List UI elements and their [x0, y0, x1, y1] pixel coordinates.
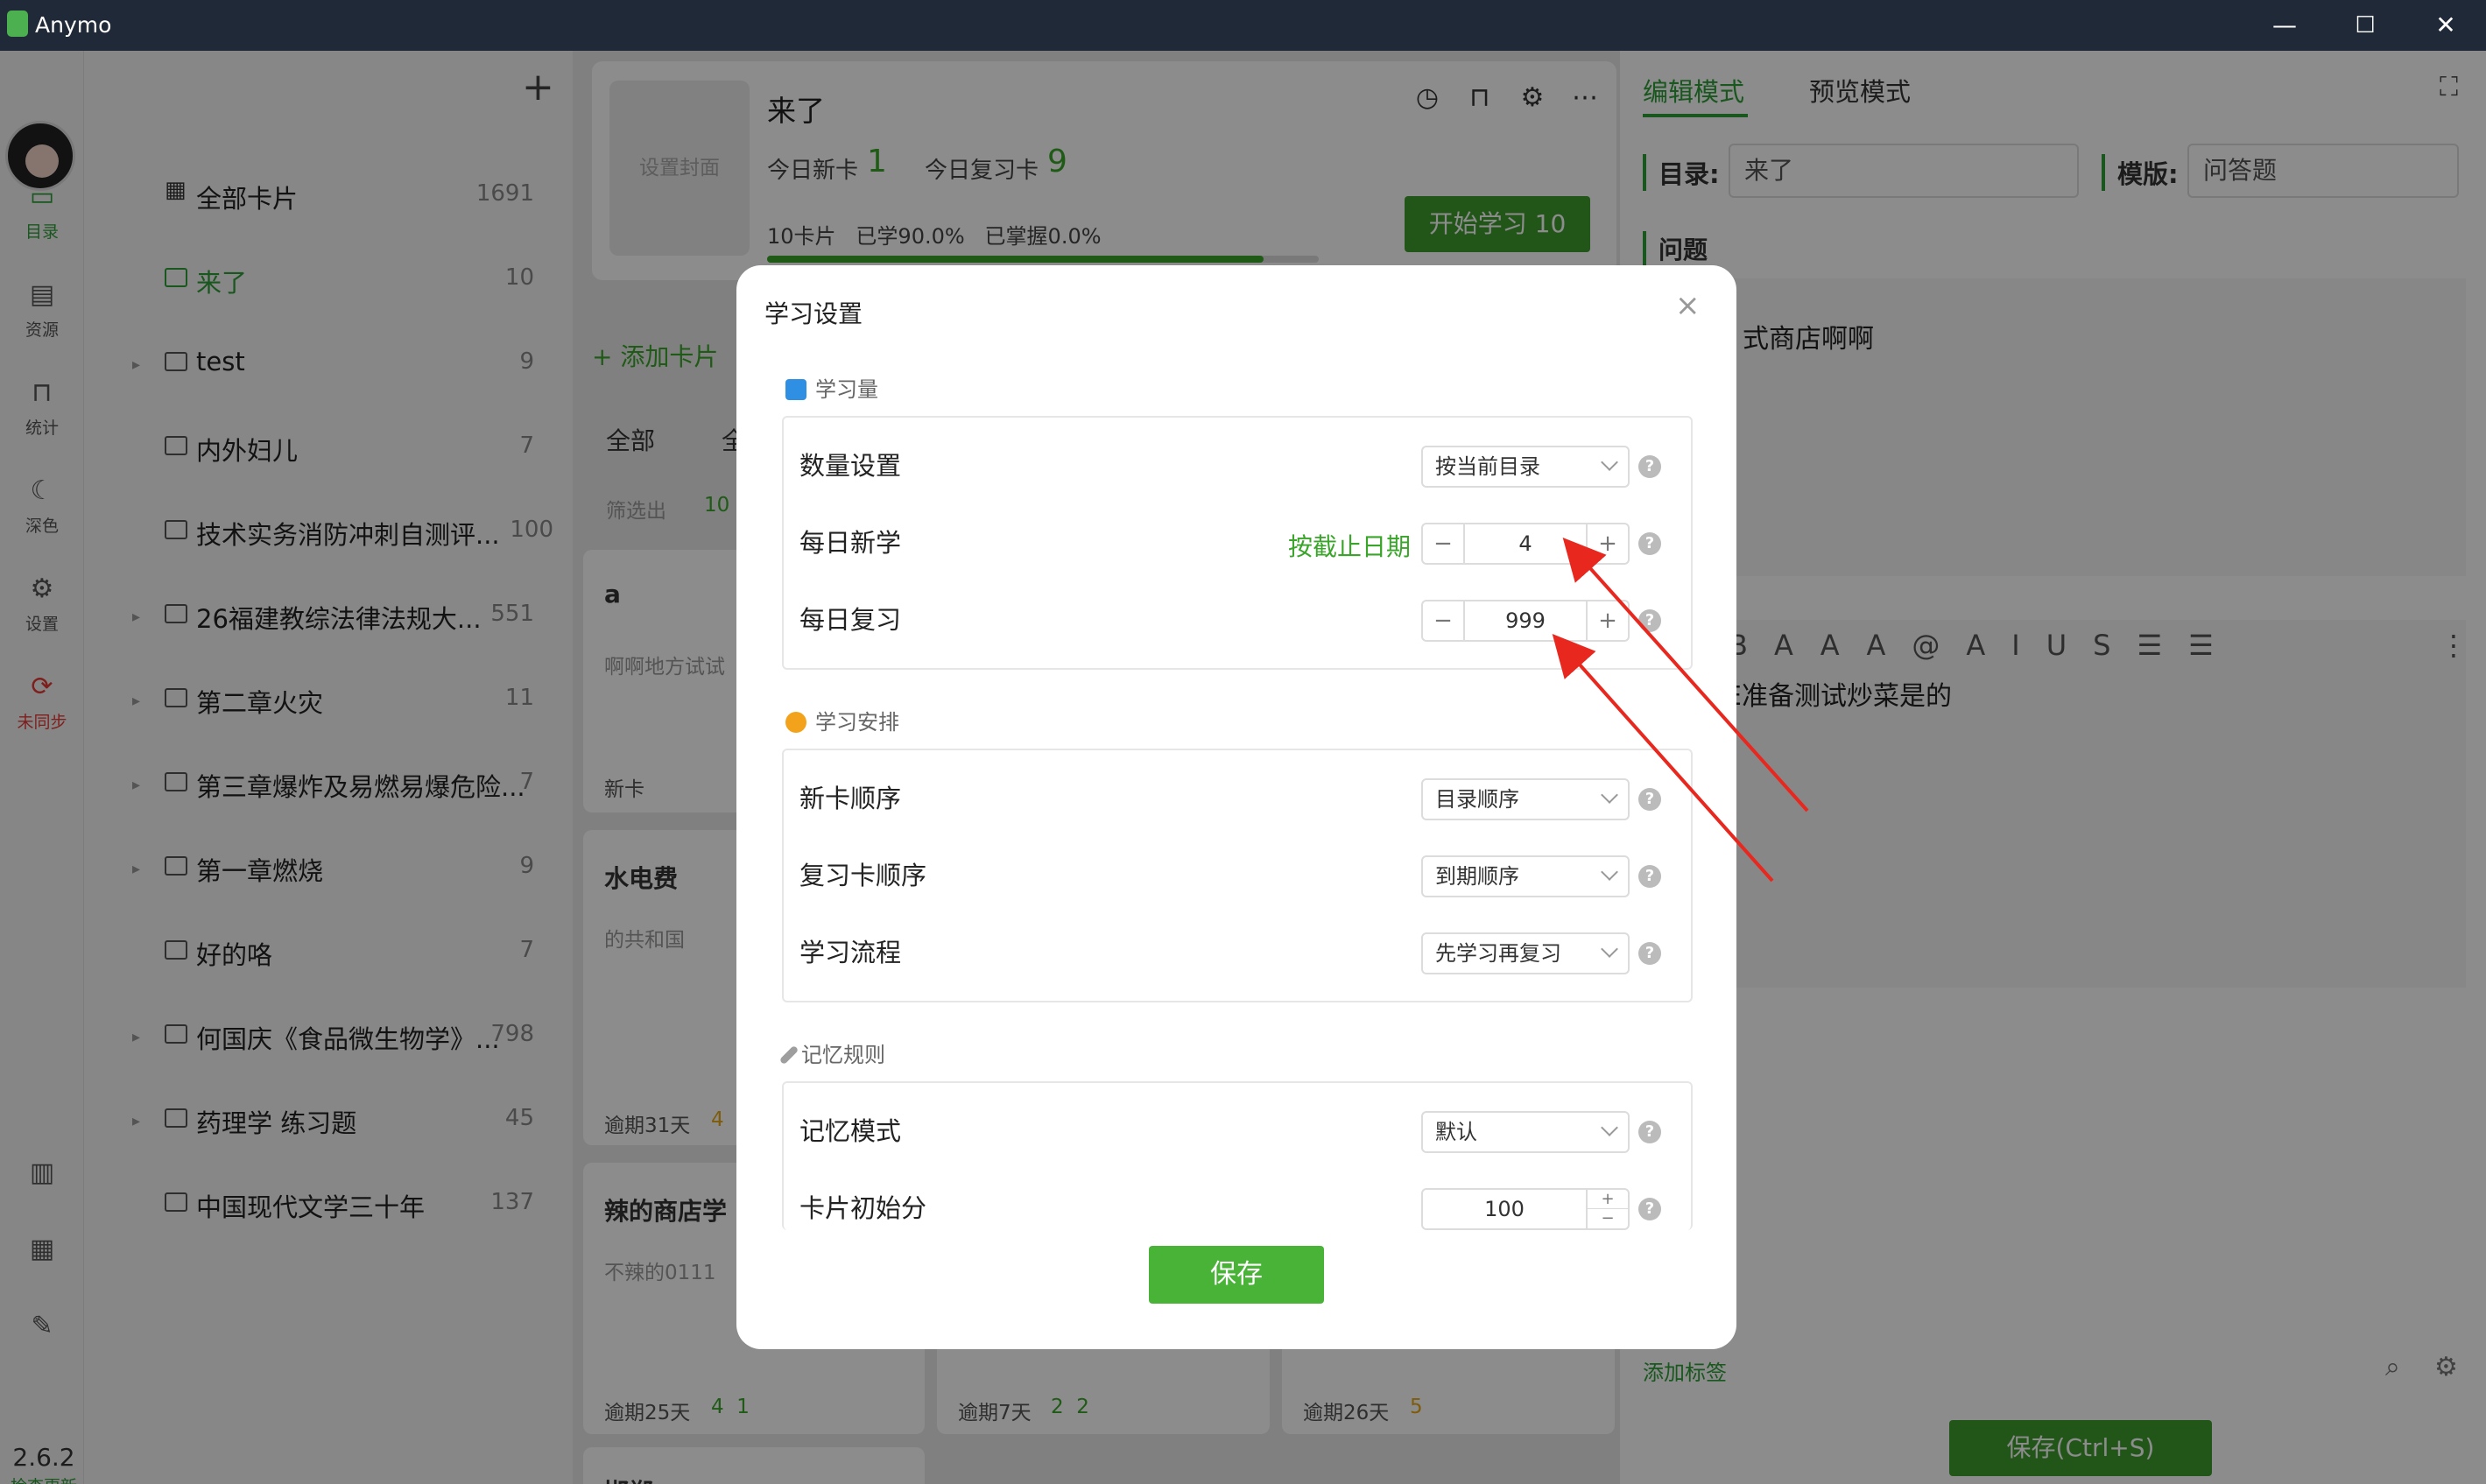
annotation-arrows	[1552, 538, 1809, 883]
annotation-arrow	[1552, 634, 1774, 883]
annotation-arrow	[1562, 538, 1809, 812]
